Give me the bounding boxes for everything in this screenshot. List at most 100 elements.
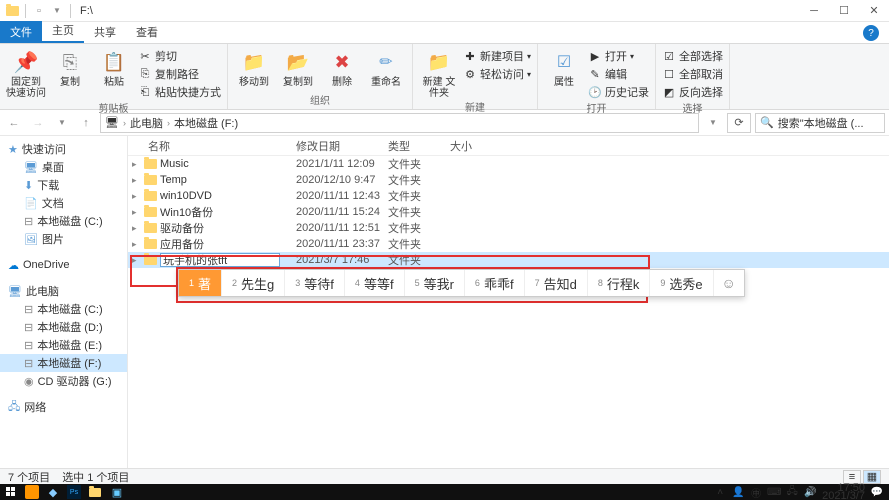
rename-button[interactable]: ✏重命名 [366,46,406,88]
search-input[interactable]: 🔍搜索"本地磁盘 (... [755,113,885,133]
help-icon[interactable]: ? [863,25,879,41]
pin-quickaccess-button[interactable]: 📌固定到 快速访问 [6,46,46,99]
recent-dropdown[interactable]: ▼ [52,113,72,133]
selectall-button[interactable]: ☑全部选择 [662,48,723,64]
view-icons-button[interactable]: ▦ [863,470,881,484]
tab-home[interactable]: 主页 [42,19,84,43]
taskbar-app[interactable]: ◆ [42,484,64,500]
sidebar-disk-e[interactable]: ⊟本地磁盘 (E:) [0,336,127,354]
maximize-button[interactable]: ☐ [829,0,859,22]
search-icon: 🔍 [760,116,774,129]
file-row[interactable]: ▸Music2021/1/11 12:09文件夹 [128,156,889,172]
ime-candidate[interactable]: 6乖乖f [465,270,525,296]
ime-candidate[interactable]: 5等我r [405,270,465,296]
col-size: 大小 [450,138,510,154]
taskbar-photoshop[interactable]: Ps [67,485,81,499]
tray-people-icon[interactable]: 👤 [732,486,744,498]
paste-button[interactable]: 📋粘贴 [94,46,134,88]
sidebar-disk-d[interactable]: ⊟本地磁盘 (D:) [0,318,127,336]
file-row[interactable]: ▸驱动备份2020/11/11 12:51文件夹 [128,220,889,236]
tray-up-icon[interactable]: ˄ [714,486,726,498]
qat-dropdown-icon[interactable]: ▼ [49,3,65,19]
taskbar: ◆ Ps ▣ ˄ 👤 ㊥ ⌨ 🖧 🔊 17:502021/3/7 💬 [0,484,889,500]
tray-notifications-icon[interactable]: 💬 [871,486,883,498]
file-row[interactable]: ▸Temp2020/12/10 9:47文件夹 [128,172,889,188]
file-row[interactable]: ▸win10DVD2020/11/11 12:43文件夹 [128,188,889,204]
ime-emoji-button[interactable]: ☺ [714,270,744,296]
open-button[interactable]: ▶打开 ▾ [588,48,649,64]
pasteshortcut-button[interactable]: ⎗粘贴快捷方式 [138,84,221,100]
newitem-button[interactable]: ✚新建项目 ▾ [463,48,531,64]
group-organize-label: 组织 [234,92,406,109]
newfolder-button[interactable]: 📁新建 文件夹 [419,46,459,99]
tray-ime2-icon[interactable]: ⌨ [768,486,780,498]
ribbon: 📌固定到 快速访问 ⎘复制 📋粘贴 ✂剪切 ⎘复制路径 ⎗粘贴快捷方式 剪贴板 … [0,44,889,110]
sidebar-downloads[interactable]: ⬇下载 [0,176,127,194]
addr-dropdown[interactable]: ▼ [703,113,723,133]
breadcrumb[interactable]: 🖥 › 此电脑 › 本地磁盘 (F:) [100,113,699,133]
crumb-pc[interactable]: 此电脑 [130,115,163,131]
ime-candidate[interactable]: 9选秀e [650,270,713,296]
tab-share[interactable]: 共享 [84,21,126,43]
sidebar-desktop[interactable]: 🖥桌面 [0,158,127,176]
tab-file[interactable]: 文件 [0,21,42,43]
column-headers[interactable]: 名称 修改日期 类型 大小 [128,136,889,156]
sidebar-network[interactable]: 🖧网络 [0,398,127,416]
forward-button[interactable]: → [28,113,48,133]
copypath-button[interactable]: ⎘复制路径 [138,66,221,82]
ime-candidate[interactable]: 8行程k [588,270,651,296]
taskbar-explorer[interactable] [84,484,106,500]
ime-candidate[interactable]: 1著 [179,270,222,296]
sidebar-drive-c[interactable]: ⊟本地磁盘 (C:) [0,212,127,230]
copy-button[interactable]: ⎘复制 [50,46,90,88]
ime-candidate-bar[interactable]: 1著2先生g3等待f4等等f5等我r6乖乖f7告知d8行程k9选秀e☺ [178,269,745,297]
titlebar: ▫ ▼ F:\ ─ ☐ ✕ [0,0,889,22]
ime-candidate[interactable]: 7告知d [525,270,588,296]
moveto-button[interactable]: 📁移动到 [234,46,274,88]
tray-volume-icon[interactable]: 🔊 [804,486,816,498]
minimize-button[interactable]: ─ [799,0,829,22]
edit-button[interactable]: ✎编辑 [588,66,649,82]
copyto-button[interactable]: 📂复制到 [278,46,318,88]
close-button[interactable]: ✕ [859,0,889,22]
folder-icon [4,3,20,19]
sidebar-onedrive[interactable]: ☁OneDrive [0,256,127,274]
crumb-drive[interactable]: 本地磁盘 (F:) [174,115,238,131]
tray-clock[interactable]: 17:502021/3/7 [822,484,865,500]
rename-input[interactable] [160,253,280,267]
cut-button[interactable]: ✂剪切 [138,48,221,64]
up-button[interactable]: ↑ [76,113,96,133]
start-button[interactable] [0,484,22,500]
back-button[interactable]: ← [4,113,24,133]
delete-button[interactable]: ✖删除 [322,46,362,88]
sidebar-thispc[interactable]: 🖥此电脑 [0,282,127,300]
ime-candidate[interactable]: 4等等f [345,270,405,296]
refresh-button[interactable]: ⟳ [727,113,751,133]
sidebar-disk-g[interactable]: ◉CD 驱动器 (G:) [0,372,127,390]
ime-candidate[interactable]: 3等待f [285,270,345,296]
taskbar-app2[interactable]: ▣ [106,484,128,500]
file-list: 名称 修改日期 类型 大小 ▸Music2021/1/11 12:09文件夹▸T… [128,136,889,474]
invertselect-button[interactable]: ◩反向选择 [662,84,723,100]
sidebar-disk-c[interactable]: ⊟本地磁盘 (C:) [0,300,127,318]
history-button[interactable]: 🕑历史记录 [588,84,649,100]
sidebar: ★快速访问 🖥桌面 ⬇下载 📄文档 ⊟本地磁盘 (C:) 🖼图片 ☁OneDri… [0,136,128,474]
sidebar-pictures[interactable]: 🖼图片 [0,230,127,248]
easyaccess-button[interactable]: ⚙轻松访问 ▾ [463,66,531,82]
tray-ime-icon[interactable]: ㊥ [750,486,762,498]
tab-view[interactable]: 查看 [126,21,168,43]
taskbar-firefox[interactable] [25,485,39,499]
file-row[interactable]: ▸应用备份2020/11/11 23:37文件夹 [128,236,889,252]
status-count: 7 个项目 [8,469,50,485]
file-row[interactable]: ▸Win10备份2020/11/11 15:24文件夹 [128,204,889,220]
selectnone-button[interactable]: ☐全部取消 [662,66,723,82]
qat-icon[interactable]: ▫ [31,3,47,19]
sidebar-documents[interactable]: 📄文档 [0,194,127,212]
tray-network-icon[interactable]: 🖧 [786,486,798,498]
sidebar-quickaccess[interactable]: ★快速访问 [0,140,127,158]
col-name: 名称 [148,138,296,154]
file-row-editing[interactable]: ▸2021/3/7 17:46文件夹 [128,252,889,268]
ime-candidate[interactable]: 2先生g [222,270,285,296]
properties-button[interactable]: ☑属性 [544,46,584,88]
sidebar-disk-f[interactable]: ⊟本地磁盘 (F:) [0,354,127,372]
